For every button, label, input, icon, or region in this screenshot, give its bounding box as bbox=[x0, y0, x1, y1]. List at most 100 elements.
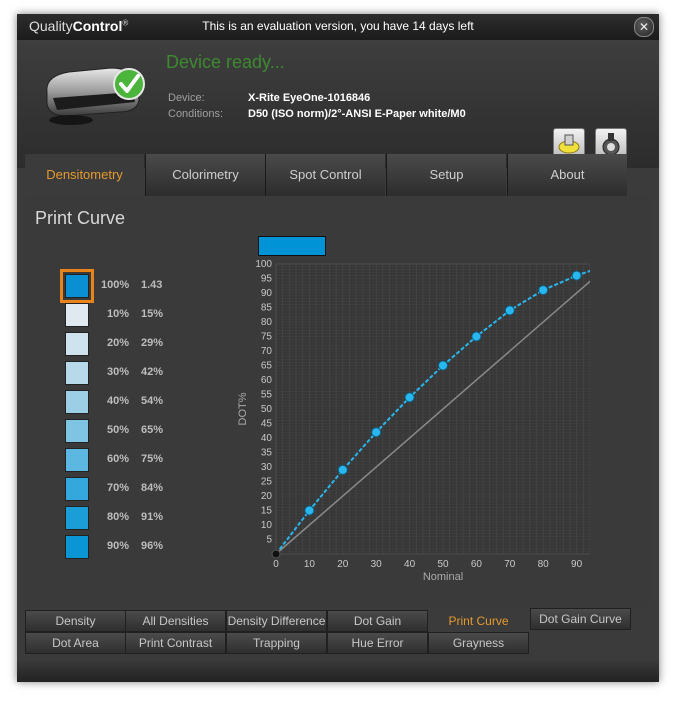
data-point bbox=[337, 464, 348, 475]
color-swatch[interactable] bbox=[65, 477, 89, 501]
swatch-nominal: 90% bbox=[106, 540, 129, 552]
legend-swatch bbox=[258, 236, 326, 256]
swatch-nominal: 80% bbox=[106, 511, 129, 523]
y-tick-label: 80 bbox=[261, 317, 273, 328]
subtab-hue-error[interactable]: Hue Error bbox=[327, 632, 428, 654]
y-tick-label: 20 bbox=[261, 491, 273, 502]
swatch-nominal: 20% bbox=[106, 337, 129, 349]
swatch-row[interactable]: 80% 91% bbox=[65, 506, 215, 534]
device-image bbox=[46, 67, 145, 125]
swatch-measured: 54% bbox=[141, 395, 164, 407]
y-tick-label: 15 bbox=[261, 506, 273, 517]
swatch-measured: 96% bbox=[141, 540, 164, 552]
device-header: Device ready... Device: X-Rite EyeOne-10… bbox=[17, 40, 659, 168]
close-button[interactable]: ✕ bbox=[634, 17, 654, 37]
swatch-measured: 42% bbox=[141, 366, 164, 378]
close-icon: ✕ bbox=[638, 20, 650, 34]
y-axis-label: DOT% bbox=[237, 392, 249, 425]
subtab-print-curve[interactable]: Print Curve bbox=[428, 610, 529, 632]
swatch-nominal: 50% bbox=[106, 424, 129, 436]
conditions-label: Conditions: bbox=[168, 108, 224, 120]
y-tick-label: 95 bbox=[261, 274, 273, 285]
color-swatch[interactable] bbox=[65, 303, 89, 327]
x-tick-label: 10 bbox=[304, 559, 316, 570]
swatch-measured: 65% bbox=[141, 424, 164, 436]
swatch-measured: 84% bbox=[141, 482, 164, 494]
swatch-row[interactable]: 70% 84% bbox=[65, 477, 215, 505]
data-point bbox=[538, 285, 549, 296]
status-bar bbox=[17, 660, 659, 682]
subtab-grayness[interactable]: Grayness bbox=[428, 632, 529, 654]
data-point bbox=[438, 360, 448, 371]
data-point bbox=[304, 505, 315, 516]
y-tick-label: 60 bbox=[261, 375, 273, 386]
data-point bbox=[571, 270, 582, 281]
swatch-measured: 15% bbox=[141, 308, 164, 320]
y-tick-label: 75 bbox=[261, 332, 273, 343]
swatch-nominal: 30% bbox=[106, 366, 129, 378]
x-tick-label: 40 bbox=[404, 559, 416, 570]
color-swatch[interactable] bbox=[60, 269, 94, 303]
y-tick-label: 40 bbox=[261, 433, 273, 444]
swatch-measured: 1.43 bbox=[141, 279, 163, 291]
color-swatch[interactable] bbox=[65, 419, 89, 443]
swatch-nominal: 10% bbox=[106, 308, 129, 320]
tab-densitometry[interactable]: Densitometry bbox=[25, 154, 144, 196]
x-axis-label: Nominal bbox=[423, 571, 463, 583]
x-tick-label: 70 bbox=[504, 559, 516, 570]
subtab-trapping[interactable]: Trapping bbox=[226, 632, 327, 654]
subtab-dot-gain[interactable]: Dot Gain bbox=[327, 610, 428, 632]
title-bar: QualityControl® This is an evaluation ve… bbox=[17, 14, 659, 40]
swatch-nominal: 70% bbox=[106, 482, 129, 494]
tab-spot-control[interactable]: Spot Control bbox=[265, 154, 385, 196]
color-swatch[interactable] bbox=[65, 506, 89, 530]
device-status: Device ready... bbox=[166, 52, 285, 72]
x-tick-label: 80 bbox=[538, 559, 550, 570]
color-swatch[interactable] bbox=[65, 361, 89, 385]
subtab-dot-gain-curve[interactable]: Dot Gain Curve bbox=[530, 608, 631, 630]
subtab-all-densities[interactable]: All Densities bbox=[125, 610, 226, 632]
tab-colorimetry[interactable]: Colorimetry bbox=[145, 154, 265, 196]
x-tick-label: 50 bbox=[437, 559, 449, 570]
swatch-row[interactable]: 10% 15% bbox=[65, 303, 215, 331]
swatch-row[interactable]: 90% 96% bbox=[65, 535, 215, 563]
app-window: QualityControl® This is an evaluation ve… bbox=[17, 14, 659, 682]
data-point bbox=[371, 427, 382, 438]
subtab-density-difference[interactable]: Density Difference bbox=[226, 610, 327, 632]
swatch-measured: 29% bbox=[141, 337, 164, 349]
swatch-nominal: 40% bbox=[106, 395, 129, 407]
color-swatch[interactable] bbox=[65, 390, 89, 414]
y-tick-label: 10 bbox=[261, 520, 273, 531]
y-tick-label: 100 bbox=[255, 259, 272, 270]
swatch-row[interactable]: 20% 29% bbox=[65, 332, 215, 360]
tab-about[interactable]: About bbox=[507, 154, 627, 196]
y-tick-label: 70 bbox=[261, 346, 273, 357]
swatch-row[interactable]: 50% 65% bbox=[65, 419, 215, 447]
device-value: X-Rite EyeOne-1016846 bbox=[248, 92, 371, 104]
tab-setup[interactable]: Setup bbox=[386, 154, 506, 196]
x-tick-label: 60 bbox=[471, 559, 483, 570]
y-tick-label: 85 bbox=[261, 303, 273, 314]
panel-title: Print Curve bbox=[35, 208, 126, 228]
data-point bbox=[271, 549, 281, 559]
color-swatch[interactable] bbox=[65, 448, 89, 472]
y-tick-label: 50 bbox=[261, 404, 273, 415]
print-curve-panel: Print Curve 100% 1.43 10% 15% 20% 29% 30% 42% 40… bbox=[25, 196, 651, 606]
swatch-row[interactable]: 100% 1.43 bbox=[60, 269, 215, 303]
subtab-dot-area[interactable]: Dot Area bbox=[25, 632, 126, 654]
main-tabs: Densitometry Colorimetry Spot Control Se… bbox=[25, 154, 651, 196]
y-tick-label: 55 bbox=[261, 390, 273, 401]
subtab-density[interactable]: Density bbox=[25, 610, 126, 632]
subtab-print-contrast[interactable]: Print Contrast bbox=[125, 632, 226, 654]
checkmark-icon bbox=[113, 68, 145, 100]
evaluation-message: This is an evaluation version, you have … bbox=[202, 19, 474, 33]
swatch-row[interactable]: 60% 75% bbox=[65, 448, 215, 476]
print-curve-chart: 0 10 20 30 40 50 60 70 80 90 100 5 10 15 20 25 30 35 40 45 5… bbox=[237, 259, 590, 583]
x-tick-label: 20 bbox=[337, 559, 349, 570]
swatch-row[interactable]: 40% 54% bbox=[65, 390, 215, 418]
color-swatch[interactable] bbox=[65, 535, 89, 559]
color-swatch[interactable] bbox=[65, 332, 89, 356]
x-tick-label: 30 bbox=[371, 559, 383, 570]
data-point bbox=[404, 392, 415, 403]
swatch-row[interactable]: 30% 42% bbox=[65, 361, 215, 389]
